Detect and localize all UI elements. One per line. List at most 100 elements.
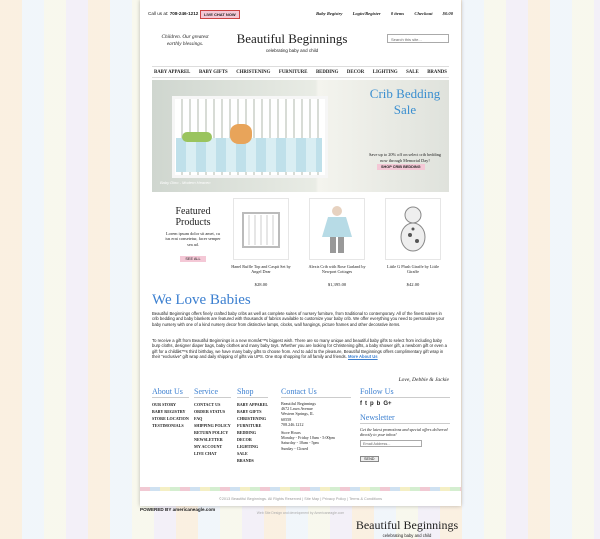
footer-link[interactable]: CHRISTENING [237,415,268,422]
footer-link[interactable]: CONTACT US [194,401,231,408]
site-map-link[interactable]: Site Map [304,497,319,501]
nav-sale[interactable]: SALE [406,70,419,75]
footer-logo: Beautiful Beginnings celebrating baby an… [352,518,462,538]
ribbon-divider [140,487,461,491]
about-paragraph-1: Beautiful Beginnings offers finely craft… [152,311,445,327]
footer-link[interactable]: FURNITURE [237,422,268,429]
footer-contact-heading: Contact Us [281,387,351,398]
cart-link[interactable]: 0 items [391,11,404,16]
about-paragraph-2: To receive a gift from Beautiful Beginni… [152,338,449,360]
product-image[interactable] [385,198,441,260]
product-price: $28.00 [254,282,268,287]
footer-link[interactable]: SHIPPING POLICY [194,422,231,429]
footer-link[interactable]: BABY APPAREL [237,401,268,408]
nav-bedding[interactable]: BEDDING [316,70,338,75]
top-links: Baby Registry Login/Register 0 items Che… [307,11,453,16]
footer-service-heading: Service [194,387,231,398]
footer-logo-tagline: celebrating baby and child [382,533,432,538]
product-card[interactable]: Little G Plush Giraffe by Little Giraffe… [382,198,444,287]
footer-link[interactable]: BRANDS [237,457,268,464]
footer-link[interactable]: BEDDING [237,429,268,436]
product-image[interactable] [309,198,365,260]
footer-link[interactable]: STORE LOCATION [152,415,189,422]
footer-link[interactable]: LIVE CHAT [194,450,231,457]
search-input[interactable]: Search this site... [387,34,449,43]
shop-crib-bedding-button[interactable]: SHOP CRIB BEDDING [377,164,425,170]
bedding-image [176,138,322,172]
newsletter-heading: Newsletter [360,413,450,424]
footer-link[interactable]: NEWSLETTER [194,436,231,443]
nav-lighting[interactable]: LIGHTING [373,70,398,75]
footer-link[interactable]: ORDER STATUS [194,408,231,415]
email-field[interactable]: Email Address... [360,440,422,447]
hero-banner[interactable]: Baby Dino - Modern Heaven Crib Bedding S… [152,80,449,192]
footer-follow: Follow Us f t p b G+ Newsletter Get the … [360,387,450,465]
footer-link[interactable]: MY ACCOUNT [194,443,231,450]
product-name[interactable]: Hanel Ruffle Top and Caspit Set by Angel… [230,264,292,280]
footer-link[interactable]: FAQ [194,415,231,422]
facebook-icon[interactable]: f [360,401,362,407]
copyright-bar: ©2013 Beautiful Beginnings. All Rights R… [219,497,382,501]
nav-christening[interactable]: CHRISTENING [236,70,270,75]
giraffe-product-icon [400,206,426,252]
crib-product-icon [242,212,280,248]
privacy-policy-link[interactable]: Privacy Policy [322,497,346,501]
design-credit[interactable]: Web Site Design and development by Ameri… [140,511,461,515]
footer-link[interactable]: RETURN POLICY [194,429,231,436]
more-about-us-link[interactable]: More About Us [348,354,378,359]
twitter-icon[interactable]: t [365,401,367,407]
hero-title: Crib Bedding Sale [369,86,441,117]
pinterest-icon[interactable]: p [370,401,374,407]
terms-link[interactable]: Terms & Conditions [349,497,382,501]
see-all-button[interactable]: SEE ALL [180,255,206,262]
footer-service: Service CONTACT US ORDER STATUS FAQ SHIP… [194,387,231,457]
footer-about-heading: About Us [152,387,189,398]
footer-logo-name: Beautiful Beginnings [355,518,459,532]
product-name[interactable]: Little G Plush Giraffe by Little Giraffe [382,264,444,280]
product-price: $42.00 [406,282,420,287]
nav-baby-apparel[interactable]: BABY APPAREL [154,70,190,75]
footer-link[interactable]: TESTIMONIALS [152,422,189,429]
footer-shop-heading: Shop [237,387,269,398]
baby-registry-link[interactable]: Baby Registry [316,11,342,16]
croc-plush-image [182,132,212,142]
signature: Love, Debbie & Jackie [398,377,449,383]
newsletter-text: Get the latest promotions and special of… [360,427,448,437]
giraffe-plush-image [230,124,252,144]
footer-link[interactable]: BABY GIFTS [237,408,268,415]
footer-link[interactable]: LIGHTING [237,443,268,450]
google-plus-icon[interactable]: G+ [383,401,391,407]
hero-subtitle: Save up to 20% off on select crib beddin… [369,152,441,163]
nav-decor[interactable]: DECOR [347,70,364,75]
hero-caption: Baby Dino - Modern Heaven [160,180,211,185]
send-button[interactable]: SEND [360,456,379,462]
footer-link[interactable]: DECOR [237,436,268,443]
nav-brands[interactable]: BRANDS [427,70,447,75]
footer-link[interactable]: SALE [237,450,268,457]
call-us-text: Call us at: 708-246-1212 [148,11,198,16]
social-icons: f t p b G+ [360,401,450,407]
checkout-link[interactable]: Checkout [414,11,432,16]
logo-name: Beautiful Beginnings [236,31,348,46]
phone-number: 708-246-1212 [169,11,199,16]
featured-text: Lorem ipsum dolor sit amet, cu ius erat … [165,231,221,247]
product-image[interactable] [233,198,289,260]
blog-icon[interactable]: b [377,401,381,407]
hours-line: Sunday - Closed [281,445,309,451]
main-nav: BABY APPAREL BABY GIFTS CHRISTENING FURN… [152,66,449,78]
about-paragraph-2-text: To receive a gift from Beautiful Beginni… [152,338,447,360]
call-label: Call us at: [148,11,169,16]
footer-link[interactable]: OUR STORY [152,401,189,408]
nav-baby-gifts[interactable]: BABY GIFTS [199,70,228,75]
top-bar: Call us at: 708-246-1212 LIVE CHAT NOW B… [140,0,461,28]
featured-block: Featured Products Lorem ipsum dolor sit … [164,206,222,265]
product-name[interactable]: Alexis Crib with Rose Garland by Newport… [306,264,368,280]
nav-furniture[interactable]: FURNITURE [279,70,308,75]
site-logo[interactable]: Beautiful Beginnings celebrating baby an… [232,31,352,53]
product-price: $1,395.00 [327,282,347,287]
product-card[interactable]: Hanel Ruffle Top and Caspit Set by Angel… [230,198,292,287]
footer-link[interactable]: BABY REGISTRY [152,408,189,415]
live-chat-button[interactable]: LIVE CHAT NOW [200,10,240,19]
product-card[interactable]: Alexis Crib with Rose Garland by Newport… [306,198,368,287]
login-register-link[interactable]: Login/Register [353,11,381,16]
